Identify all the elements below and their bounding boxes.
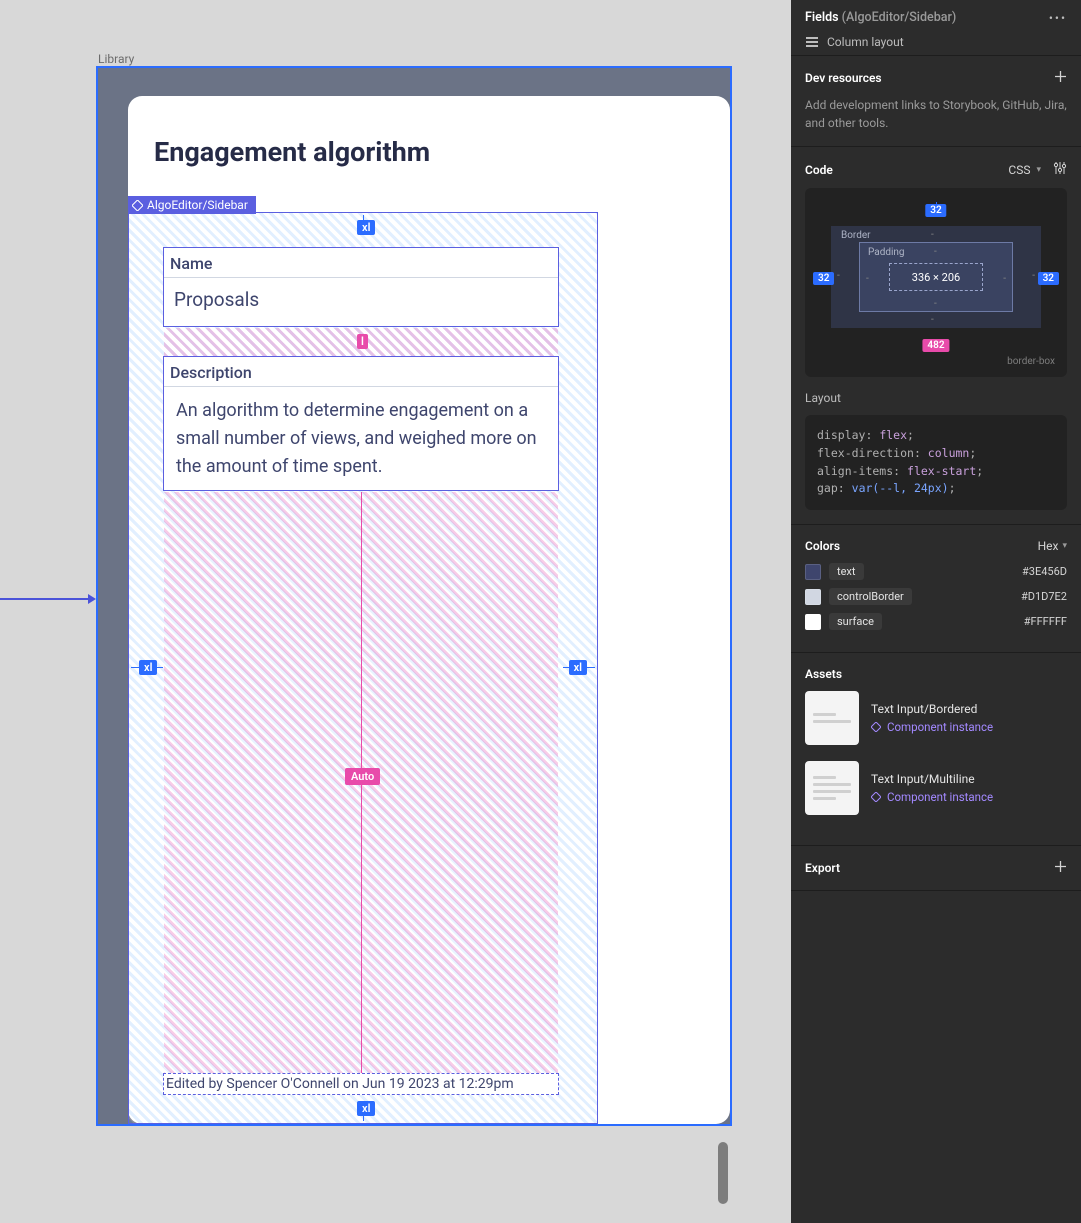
plus-icon xyxy=(1054,860,1067,873)
color-format-dropdown[interactable]: Hex ▾ xyxy=(1038,539,1067,553)
dev-resources-section: Dev resources Add development links to S… xyxy=(791,56,1081,147)
colors-section: Colors Hex ▾ text #3E456D controlBorder … xyxy=(791,525,1081,653)
panel-title: Fields (AlgoEditor/Sidebar) xyxy=(805,10,956,25)
sliders-icon xyxy=(1053,161,1067,175)
frame-group-label: Library xyxy=(98,52,134,66)
bm-box-sizing-label: border-box xyxy=(817,356,1055,367)
panel-title-path: (AlgoEditor/Sidebar) xyxy=(842,10,957,25)
padding-bottom-badge: xl xyxy=(357,1101,375,1116)
chevron-down-icon: ▾ xyxy=(1062,541,1067,551)
color-hex: #3E456D xyxy=(1022,565,1067,578)
color-name: text xyxy=(829,563,864,580)
panel-menu-button[interactable]: ••• xyxy=(1049,11,1067,25)
css-gap-value: var(--l, 24px) xyxy=(852,481,949,495)
bm-margin-left-value: 32 xyxy=(813,272,834,285)
css-display-value: flex xyxy=(879,428,907,442)
algo-editor-card[interactable]: Engagement algorithm AlgoEditor/Sidebar … xyxy=(128,96,730,1124)
selection-label[interactable]: AlgoEditor/Sidebar xyxy=(128,196,256,214)
layout-css-block[interactable]: display: flex; flex-direction: column; a… xyxy=(805,415,1067,510)
plus-icon xyxy=(1054,70,1067,83)
padding-left-badge: xl xyxy=(139,660,157,675)
asset-instance-link[interactable]: Component instance xyxy=(871,720,993,734)
panel-title-main: Fields xyxy=(805,10,839,25)
asset-instance-label: Component instance xyxy=(887,790,993,804)
color-name: surface xyxy=(829,613,882,630)
box-model-widget[interactable]: 32 32 32 482 Border - - - - Padding xyxy=(805,188,1067,377)
canvas-scrollbar-thumb[interactable] xyxy=(718,1142,728,1204)
auto-size-badge: Auto xyxy=(345,768,380,785)
description-value[interactable]: An algorithm to determine engagement on … xyxy=(164,387,558,491)
color-row-controlborder[interactable]: controlBorder #D1D7E2 xyxy=(805,588,1067,605)
code-language-dropdown[interactable]: CSS ▾ xyxy=(1008,163,1041,177)
edited-by-text: Edited by Spencer O'Connell on Jun 19 20… xyxy=(166,1076,514,1092)
asset-thumbnail xyxy=(805,691,859,745)
add-export-button[interactable] xyxy=(1054,860,1067,876)
asset-instance-link[interactable]: Component instance xyxy=(871,790,993,804)
description-field-block[interactable]: Description An algorithm to determine en… xyxy=(163,356,559,491)
prototype-arrow xyxy=(0,598,94,600)
inspector-panel: Fields (AlgoEditor/Sidebar) ••• Column l… xyxy=(791,0,1081,1223)
padding-top-badge: xl xyxy=(357,220,375,235)
chevron-down-icon: ▾ xyxy=(1036,165,1041,175)
assets-heading: Assets xyxy=(805,667,842,681)
padding-right-badge: xl xyxy=(569,660,587,675)
selected-sidebar-frame[interactable]: xl xl xl xl Name Proposals l Description xyxy=(128,212,598,1124)
bm-padding-label: Padding xyxy=(868,247,905,258)
color-swatch xyxy=(805,614,821,630)
color-swatch xyxy=(805,589,821,605)
color-hex: #D1D7E2 xyxy=(1021,590,1067,603)
gap-size-badge: l xyxy=(357,334,368,349)
code-heading: Code xyxy=(805,163,833,177)
css-align-value: flex-start xyxy=(907,464,976,478)
column-layout-icon xyxy=(805,35,819,49)
asset-thumbnail xyxy=(805,761,859,815)
component-diamond-icon xyxy=(871,792,881,802)
panel-header: Fields (AlgoEditor/Sidebar) ••• Column l… xyxy=(791,0,1081,56)
description-label: Description xyxy=(164,357,558,387)
bm-border-label: Border xyxy=(841,230,871,241)
css-flexdir-value: column xyxy=(928,446,970,460)
name-field-block[interactable]: Name Proposals xyxy=(163,247,559,327)
flex-center-line xyxy=(361,492,362,1086)
bm-padding-box: Padding - - - - 336 × 206 xyxy=(859,242,1013,312)
asset-name: Text Input/Bordered xyxy=(871,702,993,716)
layout-subheading: Layout xyxy=(805,391,1067,405)
layout-mode-label: Column layout xyxy=(827,35,904,49)
asset-item-bordered[interactable]: Text Input/Bordered Component instance xyxy=(805,691,1067,745)
bm-margin-top-value: 32 xyxy=(925,204,946,217)
edited-by-footer: Edited by Spencer O'Connell on Jun 19 20… xyxy=(163,1073,559,1095)
component-diamond-icon xyxy=(132,200,143,211)
bm-border-box: Border - - - - Padding - - - - 336 × 206 xyxy=(831,226,1041,328)
design-canvas[interactable]: Library Engagement algorithm AlgoEditor/… xyxy=(0,0,731,1223)
outer-frame[interactable]: Engagement algorithm AlgoEditor/Sidebar … xyxy=(96,66,732,1126)
selection-label-text: AlgoEditor/Sidebar xyxy=(147,198,248,212)
export-section: Export xyxy=(791,846,1081,891)
assets-section: Assets Text Input/Bordered Component ins… xyxy=(791,653,1081,846)
color-row-text[interactable]: text #3E456D xyxy=(805,563,1067,580)
colors-heading: Colors xyxy=(805,539,840,553)
code-language-label: CSS xyxy=(1008,163,1030,177)
asset-name: Text Input/Multiline xyxy=(871,772,993,786)
layout-mode-row[interactable]: Column layout xyxy=(805,35,1067,49)
name-value[interactable]: Proposals xyxy=(164,278,558,321)
bm-margin-right-value: 32 xyxy=(1038,272,1059,285)
code-settings-button[interactable] xyxy=(1053,161,1067,178)
bm-content-size: 336 × 206 xyxy=(889,263,983,291)
code-section: Code CSS ▾ 3 xyxy=(791,147,1081,525)
asset-item-multiline[interactable]: Text Input/Multiline Component instance xyxy=(805,761,1067,815)
color-swatch xyxy=(805,564,821,580)
export-heading: Export xyxy=(805,861,840,875)
color-hex: #FFFFFF xyxy=(1024,615,1067,628)
dev-resources-heading: Dev resources xyxy=(805,71,882,85)
color-row-surface[interactable]: surface #FFFFFF xyxy=(805,613,1067,630)
component-diamond-icon xyxy=(871,722,881,732)
color-name: controlBorder xyxy=(829,588,912,605)
add-dev-resource-button[interactable] xyxy=(1054,70,1067,86)
dev-resources-hint: Add development links to Storybook, GitH… xyxy=(805,96,1067,132)
name-label: Name xyxy=(164,248,558,278)
color-format-label: Hex xyxy=(1038,539,1059,553)
asset-instance-label: Component instance xyxy=(887,720,993,734)
card-title: Engagement algorithm xyxy=(154,136,430,168)
